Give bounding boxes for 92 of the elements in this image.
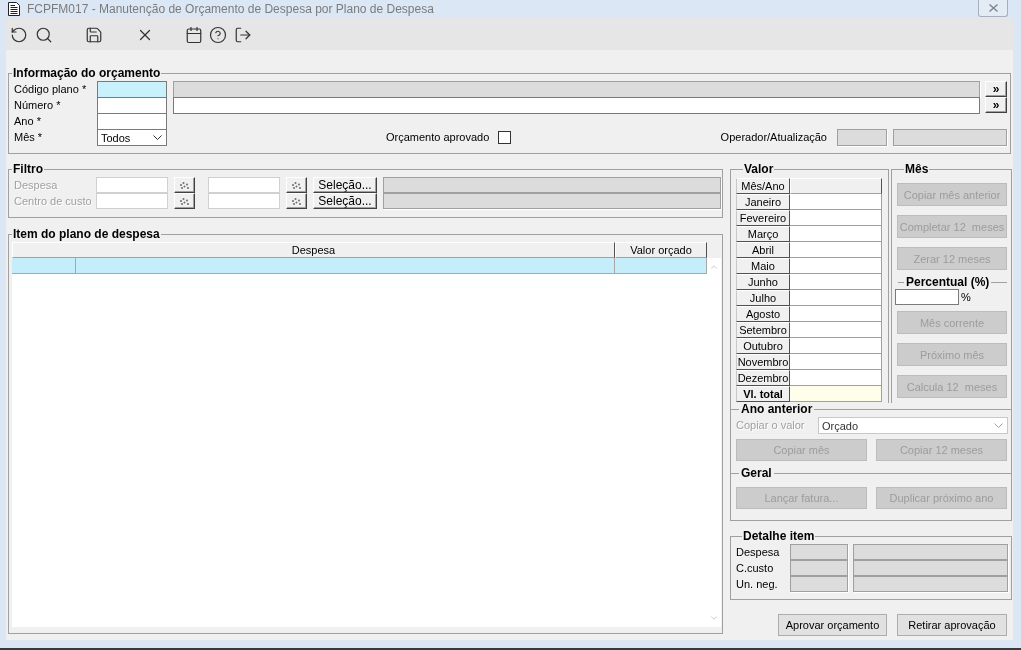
undo-icon[interactable] [10,26,28,44]
field-label: Copiar o valor [736,419,805,432]
percent-field[interactable] [895,289,959,305]
lookup-button[interactable] [286,177,307,193]
group-title: Item do plano de despesa [12,228,161,240]
month-row-header[interactable]: Janeiro [736,194,790,210]
month-row-header[interactable]: Fevereiro [736,210,790,226]
field-label: Operador/Atualização [720,131,827,144]
value-field[interactable] [790,194,882,210]
close-button[interactable] [978,0,1008,17]
value-field[interactable] [790,290,882,306]
lookup-button[interactable] [174,193,195,209]
month-row-header[interactable]: Outubro [736,338,790,354]
description-field[interactable] [383,177,721,193]
field-label: Centro de custo [14,194,92,208]
dots-icon [180,197,189,205]
month-row-header[interactable]: Março [736,226,790,242]
month-row-header[interactable]: Abril [736,242,790,258]
document-icon [8,2,20,16]
column-header[interactable]: Mês/Ano [736,178,790,194]
month-row-header[interactable]: Setembro [736,322,790,338]
code-field[interactable] [790,544,848,560]
value-field[interactable] [790,258,882,274]
unit-label: % [961,290,971,304]
group-title: Ano anterior [741,403,813,415]
code-field[interactable] [790,560,848,576]
field-label: Número * [14,98,61,112]
lookup-button[interactable] [286,193,307,209]
scroll-down-icon[interactable] [709,613,719,623]
dots-icon [292,197,301,205]
month-row-header[interactable]: Dezembro [736,370,790,386]
value-field[interactable] [790,338,882,354]
description-field[interactable] [383,193,721,209]
field-label: C.custo [736,561,774,575]
description-field[interactable] [853,560,1008,576]
group-title: Detalhe item [742,530,816,542]
column-header[interactable]: Despesa [12,242,615,258]
lookup-button[interactable]: » [985,97,1007,113]
dots-icon [180,181,189,189]
value-field[interactable] [790,242,882,258]
field-label: Un. neg. [736,577,778,591]
group-title: Valor [743,163,775,175]
value-field[interactable] [790,322,882,338]
group-title: Informação do orçamento [12,67,162,79]
lookup-button[interactable]: » [985,81,1007,97]
field-label: Despesa [736,545,780,559]
close-icon [988,4,998,12]
dots-icon [292,181,301,189]
month-row-header[interactable]: Maio [736,258,790,274]
total-field[interactable] [790,386,882,402]
field-label: Ano * [14,114,41,128]
scroll-up-icon[interactable] [709,262,719,272]
approve-button[interactable]: Aprovar orçamento [778,614,887,636]
value-field[interactable] [790,370,882,386]
month-row-header[interactable]: Novembro [736,354,790,370]
column-header[interactable]: Valor orçado [615,242,707,258]
update-field[interactable] [893,129,1007,146]
save-icon[interactable] [85,26,103,44]
group-title: Mês [904,163,930,175]
group-title: Filtro [12,163,44,175]
window-title: FCPFM017 - Manutenção de Orçamento de Despesa por Plano de Despesa [27,2,434,16]
month-row-header[interactable]: Agosto [736,306,790,322]
table-row[interactable] [12,258,707,274]
caret-icon [994,423,1003,428]
field-label: Orçamento aprovado [386,131,490,144]
value-field[interactable] [790,306,882,322]
section-title: Percentual (%) [906,276,990,288]
operator-field[interactable] [837,129,887,146]
calendar-icon[interactable] [185,26,203,44]
description-field[interactable] [853,576,1008,592]
month-row-header[interactable]: Julho [736,290,790,306]
remove-approval-button[interactable]: Retirar aprovação [897,614,1007,636]
value-field[interactable] [790,226,882,242]
help-icon[interactable] [209,26,227,44]
lookup-button[interactable] [174,177,195,193]
exit-icon[interactable] [234,26,252,44]
search-icon[interactable] [35,26,53,44]
input-field[interactable] [97,113,167,130]
field-label: Mês * [14,131,43,144]
field-label: Código plano * [14,82,87,96]
value-field[interactable] [790,210,882,226]
checkbox[interactable] [498,131,512,144]
field-label: Despesa [14,178,58,192]
month-row-header[interactable]: Junho [736,274,790,290]
description-field[interactable] [853,544,1008,560]
code-field[interactable] [790,576,848,592]
total-row-header[interactable]: Vl. total [736,386,790,402]
value-field[interactable] [790,354,882,370]
caret-icon [153,135,162,140]
group-title: Geral [741,467,772,479]
description-field[interactable] [173,97,980,114]
value-field[interactable] [790,274,882,290]
